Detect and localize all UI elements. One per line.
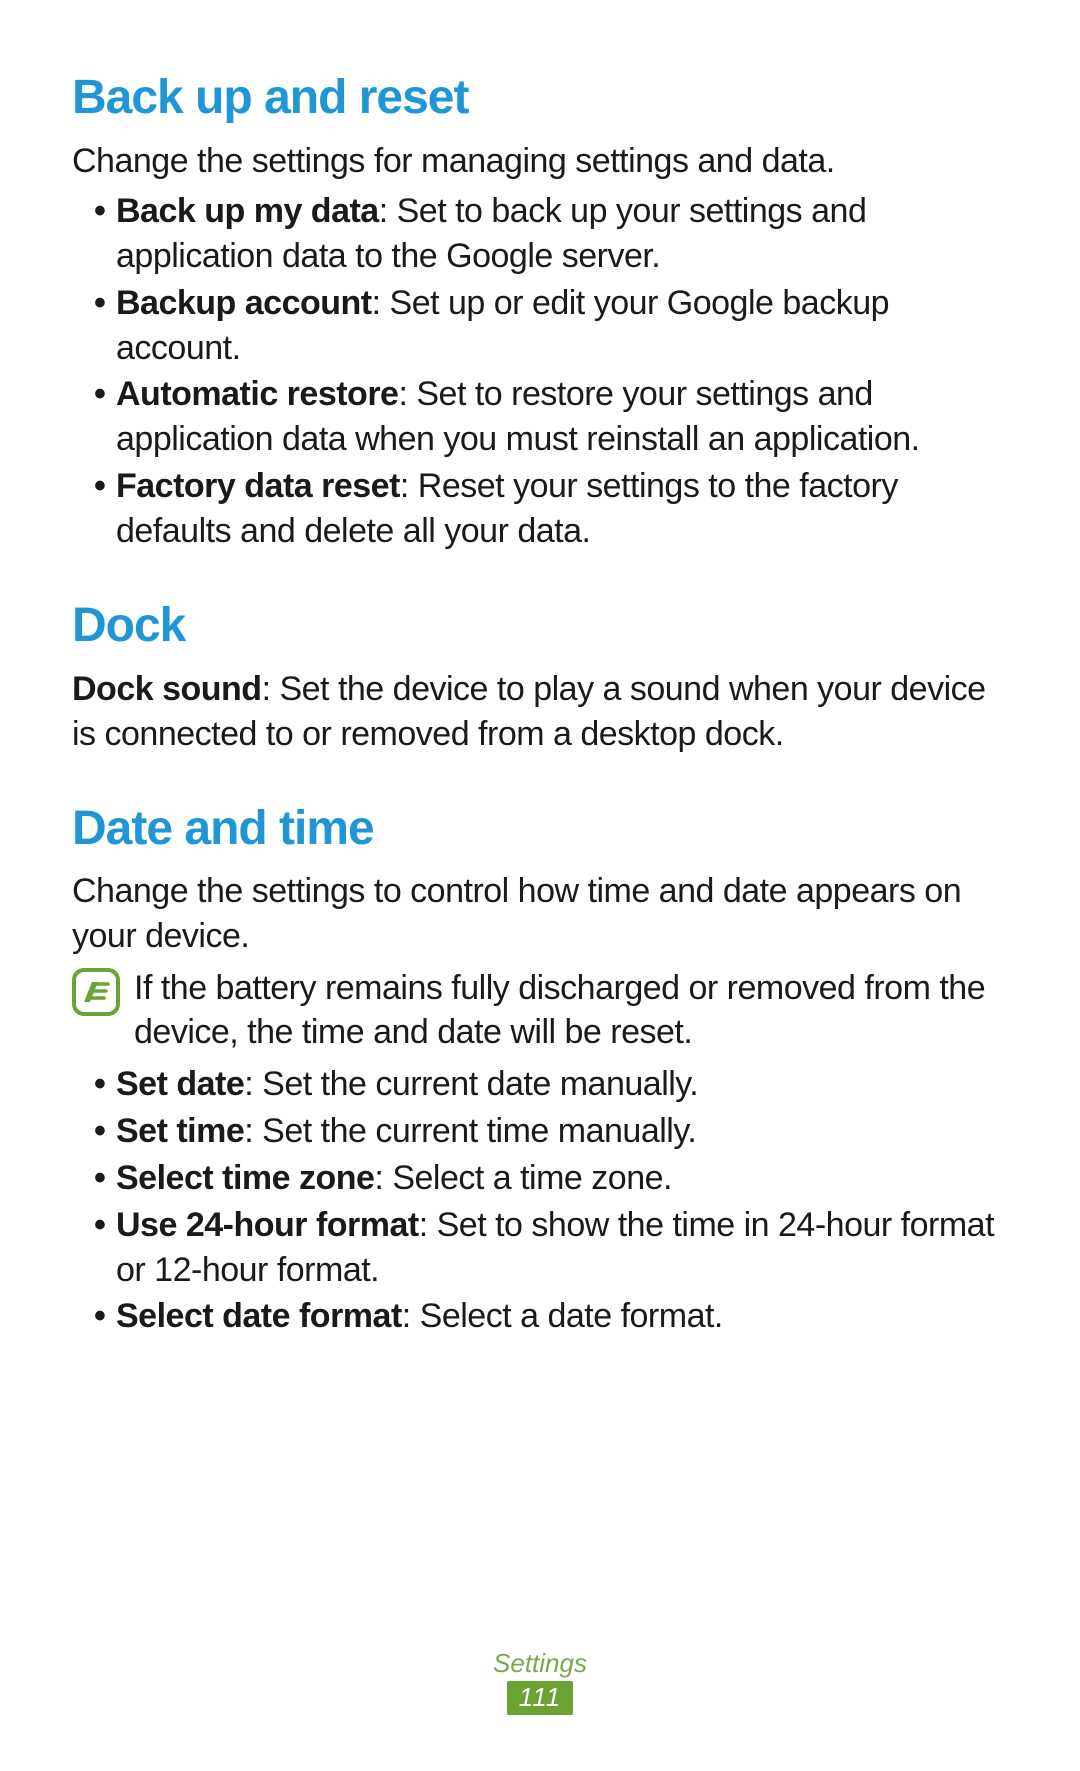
desc: : Set the current time manually. (244, 1112, 696, 1150)
heading-backup-reset: Back up and reset (72, 72, 1008, 125)
term: Set time (116, 1112, 244, 1150)
footer-section-label: Settings (0, 1648, 1080, 1679)
list-item: Select date format: Select a date format… (94, 1294, 1008, 1339)
desc: : Select a date format. (402, 1297, 723, 1335)
desc: : Set the current date manually. (244, 1065, 698, 1103)
term: Factory data reset (116, 467, 400, 505)
note-callout: If the battery remains fully discharged … (72, 966, 1008, 1054)
list-item: Set time: Set the current time manually. (94, 1109, 1008, 1154)
heading-dock: Dock (72, 600, 1008, 653)
term: Set date (116, 1065, 244, 1103)
list-date-time: Set date: Set the current date manually.… (94, 1062, 1008, 1339)
page-number-badge: 111 (507, 1681, 574, 1715)
list-item: Set date: Set the current date manually. (94, 1062, 1008, 1107)
paragraph-dock: Dock sound: Set the device to play a sou… (72, 667, 1008, 757)
term: Use 24-hour format (116, 1206, 419, 1244)
term: Back up my data (116, 192, 379, 230)
list-item: Automatic restore: Set to restore your s… (94, 372, 1008, 462)
list-item: Select time zone: Select a time zone. (94, 1156, 1008, 1201)
list-item: Backup account: Set up or edit your Goog… (94, 281, 1008, 371)
note-icon (72, 968, 120, 1016)
term: Select date format (116, 1297, 402, 1335)
desc: : Select a time zone. (374, 1159, 672, 1197)
intro-backup-reset: Change the settings for managing setting… (72, 139, 1008, 183)
term: Automatic restore (116, 375, 398, 413)
page-footer: Settings 111 (0, 1648, 1080, 1715)
term: Dock sound (72, 670, 262, 708)
term: Backup account (116, 284, 372, 322)
note-text: If the battery remains fully discharged … (134, 966, 1008, 1054)
list-item: Use 24-hour format: Set to show the time… (94, 1203, 1008, 1293)
list-item: Factory data reset: Reset your settings … (94, 464, 1008, 554)
term: Select time zone (116, 1159, 374, 1197)
heading-date-time: Date and time (72, 803, 1008, 856)
list-item: Back up my data: Set to back up your set… (94, 189, 1008, 279)
list-backup-reset: Back up my data: Set to back up your set… (94, 189, 1008, 554)
intro-date-time: Change the settings to control how time … (72, 869, 1008, 957)
